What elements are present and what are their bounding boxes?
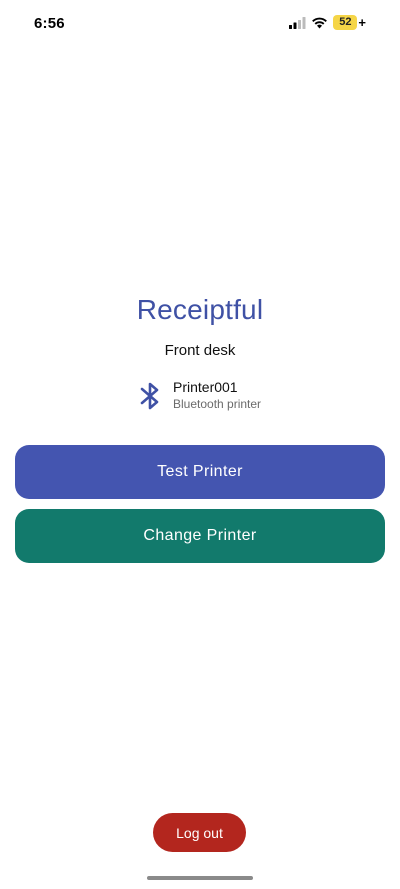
bluetooth-icon	[140, 382, 159, 410]
connected-printer-info: Printer001 Bluetooth printer	[137, 379, 261, 413]
wifi-icon	[311, 16, 328, 29]
status-bar: 6:56 52 +	[0, 0, 400, 48]
battery-level: 52	[333, 15, 358, 30]
location-name: Front desk	[164, 342, 236, 359]
printer-text: Printer001 Bluetooth printer	[173, 379, 261, 412]
test-printer-button[interactable]: Test Printer	[15, 445, 385, 499]
app-title: Receiptful	[136, 294, 264, 325]
home-indicator[interactable]	[147, 876, 253, 880]
status-time: 6:56	[34, 15, 65, 32]
printer-type: Bluetooth printer	[173, 397, 262, 411]
battery-indicator: 52 +	[333, 15, 366, 30]
status-icons: 52 +	[289, 15, 366, 30]
printer-settings-screen: 6:56 52 + Receiptful Front desk Printer0…	[0, 0, 400, 889]
change-printer-button[interactable]: Change Printer	[15, 509, 385, 563]
printer-name: Printer001	[173, 379, 238, 395]
logout-button[interactable]: Log out	[153, 813, 246, 852]
cellular-signal-icon	[289, 16, 306, 29]
battery-charging-symbol: +	[358, 15, 366, 30]
